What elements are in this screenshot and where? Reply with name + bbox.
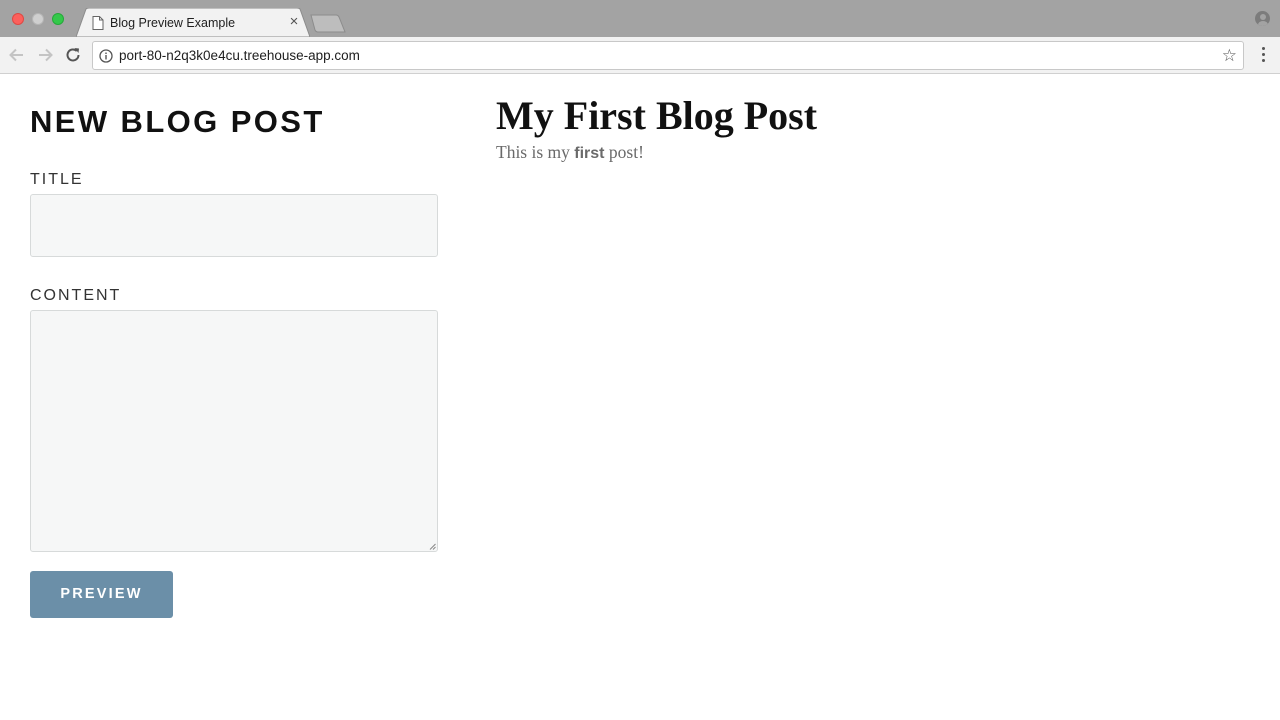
window-minimize-button[interactable] <box>32 13 44 25</box>
form-heading: NEW BLOG POST <box>30 104 325 139</box>
content-label: CONTENT <box>30 287 122 304</box>
info-icon[interactable] <box>99 49 113 63</box>
content-textarea[interactable] <box>30 310 438 552</box>
menu-dot <box>1262 59 1265 62</box>
preview-button[interactable]: PREVIEW <box>30 571 173 618</box>
page-icon <box>92 16 104 30</box>
post-title: My First Blog Post <box>496 93 818 138</box>
profile-head <box>1259 13 1266 20</box>
arrow-left-icon[interactable] <box>7 45 27 65</box>
menu-dot <box>1262 47 1265 50</box>
new-tab-button[interactable] <box>310 14 346 33</box>
tab-close-icon[interactable]: × <box>286 14 302 30</box>
title-label: TITLE <box>30 171 84 188</box>
window-titlebar: Blog Preview Example × <box>0 0 1280 37</box>
address-bar[interactable]: port-80-n2q3k0e4cu.treehouse-app.com ☆ <box>92 41 1244 70</box>
url-text[interactable]: port-80-n2q3k0e4cu.treehouse-app.com <box>119 48 360 63</box>
post-body: This is my first post! <box>496 142 644 163</box>
star-icon[interactable]: ☆ <box>1222 47 1237 64</box>
window-close-button[interactable] <box>12 13 24 25</box>
post-body-text-before: This is my <box>496 142 575 162</box>
kebab-menu-icon[interactable] <box>1262 47 1266 63</box>
browser-tab-active[interactable]: Blog Preview Example × <box>76 8 310 37</box>
post-body-strong: first <box>574 145 605 162</box>
title-input[interactable] <box>30 194 438 257</box>
post-body-text-after: post! <box>604 142 644 162</box>
reload-icon[interactable] <box>63 45 83 65</box>
resize-handle-icon[interactable] <box>429 543 436 550</box>
tab-title: Blog Preview Example <box>110 16 236 30</box>
profile-icon[interactable] <box>1255 11 1270 26</box>
window-maximize-button[interactable] <box>52 13 64 25</box>
menu-dot <box>1262 53 1265 56</box>
page-viewport: NEW BLOG POST TITLE CONTENT PREVIEW My F… <box>0 74 1280 720</box>
profile-body <box>1257 20 1268 26</box>
arrow-right-icon[interactable] <box>35 45 55 65</box>
browser-toolbar: port-80-n2q3k0e4cu.treehouse-app.com ☆ <box>0 37 1280 74</box>
